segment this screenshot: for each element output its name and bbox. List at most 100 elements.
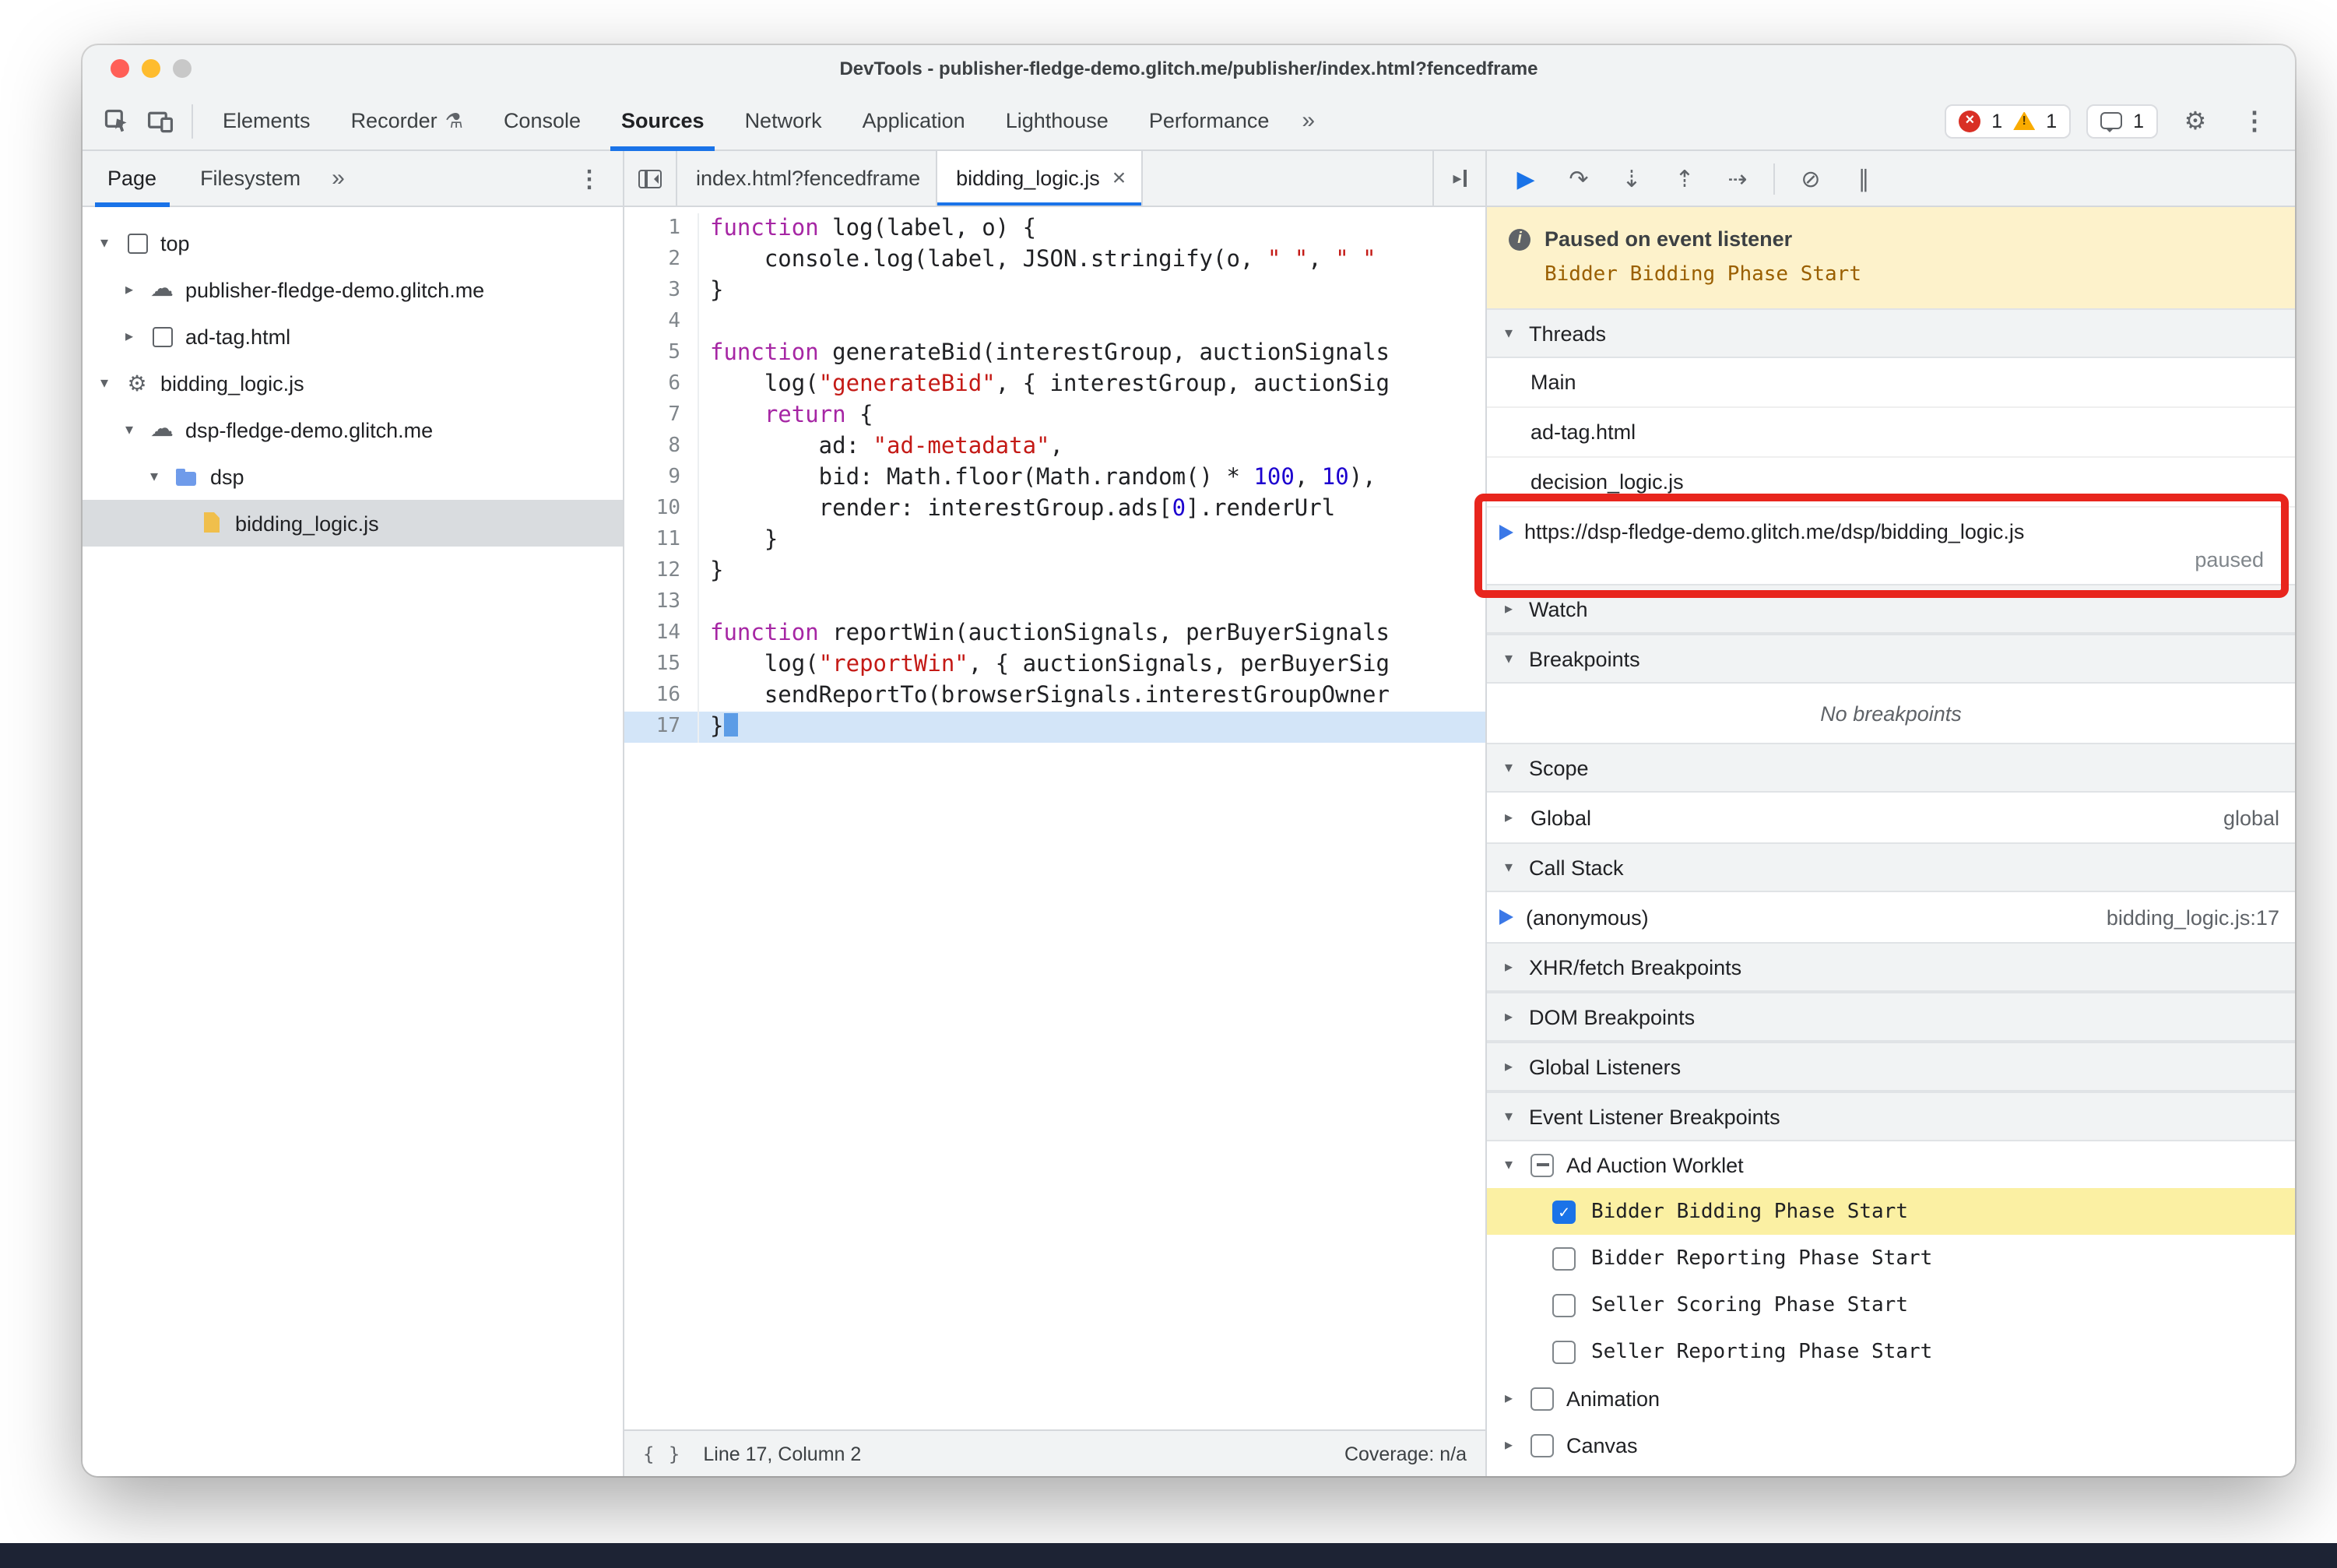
editor-tab-index-html-fencedframe[interactable]: index.html?fencedframe (677, 151, 938, 206)
listener-seller-reporting-phase-start[interactable]: Seller Reporting Phase Start (1487, 1328, 2295, 1375)
tree-item-bidding-logic-js[interactable]: bidding_logic.js (83, 500, 623, 547)
line-number[interactable]: 8 (624, 431, 699, 462)
checkbox-unchecked[interactable] (1552, 1246, 1576, 1270)
code-line-text[interactable]: } (699, 525, 1485, 556)
line-number[interactable]: 3 (624, 276, 699, 307)
navigator-tab-page[interactable]: Page (86, 150, 178, 206)
code-line-text[interactable] (699, 307, 1485, 338)
section-call-stack[interactable]: ▾ Call Stack (1487, 842, 2295, 892)
line-number[interactable]: 11 (624, 525, 699, 556)
line-number[interactable]: 5 (624, 338, 699, 369)
line-number[interactable]: 1 (624, 213, 699, 244)
code-line-text[interactable]: console.log(label, JSON.stringify(o, " "… (699, 244, 1485, 276)
section-event-listener-breakpoints[interactable]: ▾ Event Listener Breakpoints (1487, 1092, 2295, 1141)
line-number[interactable]: 7 (624, 400, 699, 431)
listener-bidder-bidding-phase-start[interactable]: ✓ Bidder Bidding Phase Start (1487, 1188, 2295, 1235)
line-number[interactable]: 12 (624, 556, 699, 587)
pretty-print-icon[interactable]: { } (643, 1443, 681, 1464)
code-line-text[interactable]: bid: Math.floor(Math.random() * 100, 10)… (699, 462, 1485, 494)
line-number[interactable]: 6 (624, 369, 699, 400)
close-window-button[interactable] (111, 59, 129, 78)
disclosure-expanded-icon[interactable]: ▾ (145, 468, 163, 485)
step-over-icon[interactable]: ↷ (1555, 156, 1602, 200)
line-number[interactable]: 17 (624, 712, 699, 743)
line-number[interactable]: 14 (624, 618, 699, 649)
disclosure-collapsed-icon[interactable]: ▸ (1499, 1436, 1518, 1454)
section-threads[interactable]: ▾ Threads (1487, 308, 2295, 358)
tab-console[interactable]: Console (483, 91, 601, 150)
code-line-text[interactable]: function log(label, o) { (699, 213, 1485, 244)
scope-global-row[interactable]: ▸ Global global (1487, 793, 2295, 842)
code-line-text[interactable]: log("generateBid", { interestGroup, auct… (699, 369, 1485, 400)
code-line-text[interactable]: log("reportWin", { auctionSignals, perBu… (699, 649, 1485, 680)
listener-group-animation[interactable]: ▸ Animation (1487, 1375, 2295, 1422)
deactivate-breakpoints-icon[interactable]: ⊘ (1787, 156, 1834, 200)
code-line-text[interactable]: } (699, 712, 1485, 743)
code-area[interactable]: 1 function log(label, o) {2 console.log(l… (624, 207, 1485, 1429)
pause-on-exceptions-icon[interactable]: ∥ (1840, 156, 1887, 200)
section-xhr-breakpoints[interactable]: ▸ XHR/fetch Breakpoints (1487, 942, 2295, 992)
thread-row-active[interactable]: https://dsp-fledge-demo.glitch.me/dsp/bi… (1487, 508, 2295, 584)
tab-performance[interactable]: Performance (1129, 91, 1290, 150)
settings-gear-icon[interactable]: ⚙ (2174, 99, 2217, 142)
tree-item-bidding-logic-js[interactable]: ▾ ⚙ bidding_logic.js (83, 360, 623, 406)
tab-recorder[interactable]: Recorder ⚗ (331, 91, 483, 150)
disclosure-collapsed-icon[interactable]: ▸ (120, 328, 139, 345)
line-number[interactable]: 4 (624, 307, 699, 338)
tree-item-dsp-fledge-demo-glitch-me[interactable]: ▾ ☁ dsp-fledge-demo.glitch.me (83, 406, 623, 453)
listener-seller-scoring-phase-start[interactable]: Seller Scoring Phase Start (1487, 1281, 2295, 1328)
checkbox-unchecked[interactable] (1530, 1387, 1554, 1410)
line-number[interactable]: 2 (624, 244, 699, 276)
tab-elements[interactable]: Elements (202, 91, 331, 150)
section-breakpoints[interactable]: ▾ Breakpoints (1487, 634, 2295, 684)
thread-row-decision-logic-js[interactable]: decision_logic.js (1487, 458, 2295, 508)
issues-badge[interactable]: 1 (2086, 104, 2158, 138)
code-line-text[interactable]: } (699, 556, 1485, 587)
tree-item-top[interactable]: ▾ top (83, 220, 623, 266)
thread-row-main[interactable]: Main (1487, 358, 2295, 408)
tab-application[interactable]: Application (842, 91, 986, 150)
disclosure-collapsed-icon[interactable]: ▸ (1499, 1390, 1518, 1407)
section-dom-breakpoints[interactable]: ▸ DOM Breakpoints (1487, 992, 2295, 1042)
line-number[interactable]: 9 (624, 462, 699, 494)
step-icon[interactable]: ⇢ (1714, 156, 1761, 200)
navigator-tab-filesystem[interactable]: Filesystem (178, 150, 322, 206)
disclosure-expanded-icon[interactable]: ▾ (95, 374, 114, 392)
inspect-icon[interactable] (95, 99, 139, 142)
section-watch[interactable]: ▸ Watch (1487, 584, 2295, 634)
more-options-icon[interactable]: ⋮ (2233, 99, 2276, 142)
line-number[interactable]: 10 (624, 494, 699, 525)
tree-item-dsp[interactable]: ▾ dsp (83, 453, 623, 500)
checkbox-unchecked[interactable] (1552, 1340, 1576, 1363)
checkbox-checked[interactable]: ✓ (1552, 1200, 1576, 1223)
editor-tab-bidding-logic-js[interactable]: bidding_logic.js × (937, 151, 1144, 206)
line-number[interactable]: 13 (624, 587, 699, 618)
listener-bidder-reporting-phase-start[interactable]: Bidder Reporting Phase Start (1487, 1235, 2295, 1281)
editor-overflow-icon[interactable]: ▸ (1432, 151, 1485, 206)
line-number[interactable]: 16 (624, 680, 699, 712)
minimize-window-button[interactable] (142, 59, 160, 78)
close-tab-icon[interactable]: × (1112, 165, 1126, 192)
checkbox-unchecked[interactable] (1530, 1433, 1554, 1457)
disclosure-expanded-icon[interactable]: ▾ (120, 421, 139, 438)
disclosure-expanded-icon[interactable]: ▾ (95, 234, 114, 251)
code-line-text[interactable]: sendReportTo(browserSignals.interestGrou… (699, 680, 1485, 712)
code-line-text[interactable]: return { (699, 400, 1485, 431)
call-stack-frame[interactable]: (anonymous) bidding_logic.js:17 (1487, 892, 2295, 942)
tree-item-publisher-fledge-demo-glitch-me[interactable]: ▸ ☁ publisher-fledge-demo.glitch.me (83, 266, 623, 313)
listener-group-canvas[interactable]: ▸ Canvas (1487, 1422, 2295, 1468)
tab-sources[interactable]: Sources (601, 91, 725, 150)
checkbox-unchecked[interactable] (1552, 1293, 1576, 1317)
listener-group-ad-auction-worklet[interactable]: ▾ Ad Auction Worklet (1487, 1141, 2295, 1188)
zoom-window-button[interactable] (173, 59, 192, 78)
titlebar[interactable]: DevTools - publisher-fledge-demo.glitch.… (83, 45, 2295, 92)
code-line-text[interactable] (699, 587, 1485, 618)
tab-network[interactable]: Network (725, 91, 842, 150)
step-into-icon[interactable]: ⇣ (1608, 156, 1655, 200)
step-out-icon[interactable]: ⇡ (1661, 156, 1708, 200)
code-line-text[interactable]: function reportWin(auctionSignals, perBu… (699, 618, 1485, 649)
disclosure-collapsed-icon[interactable]: ▸ (120, 281, 139, 298)
navigator-more-icon[interactable]: ⋮ (559, 164, 620, 192)
disclosure-expanded-icon[interactable]: ▾ (1499, 1156, 1518, 1173)
section-global-listeners[interactable]: ▸ Global Listeners (1487, 1042, 2295, 1092)
